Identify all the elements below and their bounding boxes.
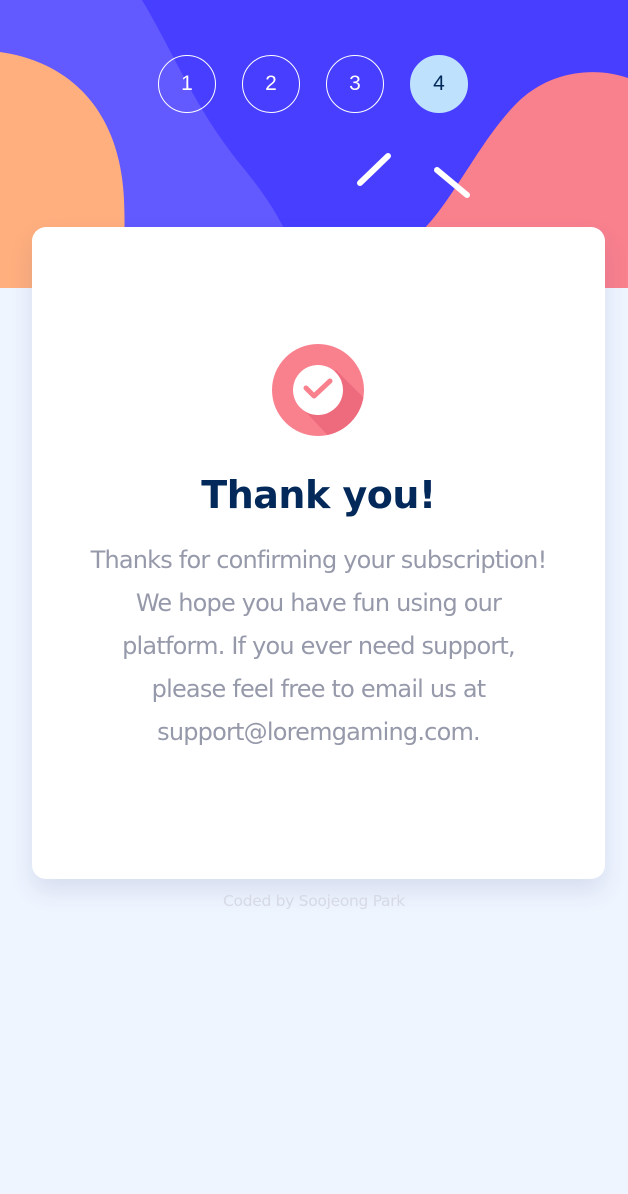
confirmation-message: Thanks for confirming your subscription!… (62, 539, 575, 754)
message-line: We hope you have fun using our (135, 589, 502, 617)
message-line: platform. If you ever need support, (122, 632, 516, 660)
page: 1 2 3 4 Thank you! Thanks for confirming… (0, 0, 628, 1194)
step-1[interactable]: 1 (158, 55, 216, 113)
footer-credit: Coded by Soojeong Park (222, 892, 405, 910)
step-indicator: 1 2 3 4 (158, 55, 468, 113)
page-title: Thank you! (201, 473, 436, 517)
step-4[interactable]: 4 (410, 55, 468, 113)
message-line: support@loremgaming.com. (157, 718, 481, 746)
step-3[interactable]: 3 (326, 55, 384, 113)
checkmark-icon (272, 344, 364, 436)
step-2[interactable]: 2 (242, 55, 300, 113)
message-line: please feel free to email us at (151, 675, 487, 703)
message-line: Thanks for confirming your subscription! (90, 546, 548, 574)
confirmation-card: Thank you! Thanks for confirming your su… (32, 227, 605, 879)
